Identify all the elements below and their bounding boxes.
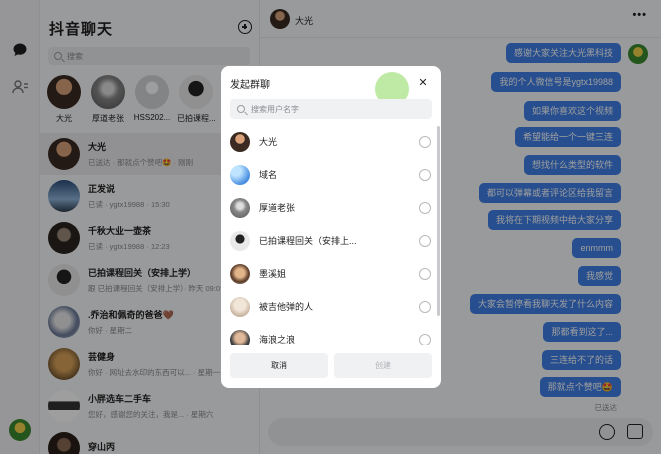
contact-row[interactable]: 厚道老张 bbox=[221, 191, 435, 224]
contact-row[interactable]: 被吉他弹的人 bbox=[221, 290, 435, 323]
contact-row[interactable]: 墨溪姐 bbox=[221, 257, 435, 290]
select-radio[interactable] bbox=[419, 234, 431, 247]
contact-list-scrollbar[interactable] bbox=[437, 126, 440, 316]
avatar bbox=[230, 296, 250, 317]
close-icon[interactable]: ✕ bbox=[414, 73, 432, 91]
create-button[interactable]: 创建 bbox=[334, 353, 432, 378]
select-radio[interactable] bbox=[419, 201, 431, 214]
contact-row-name: 大光 bbox=[259, 137, 278, 147]
avatar bbox=[230, 230, 250, 251]
user-search-placeholder: 搜索用户名字 bbox=[251, 104, 299, 114]
avatar bbox=[230, 197, 250, 218]
select-radio[interactable] bbox=[419, 300, 431, 313]
contact-row[interactable]: 域名 bbox=[221, 158, 435, 191]
avatar bbox=[230, 164, 250, 185]
dialog-title: 发起群聊 bbox=[230, 80, 270, 91]
cancel-button[interactable]: 取消 bbox=[230, 353, 328, 378]
select-radio[interactable] bbox=[419, 168, 431, 181]
contact-row-name: 已拍课程回关（安排上... bbox=[259, 236, 357, 246]
select-radio[interactable] bbox=[419, 267, 431, 280]
contact-row[interactable]: 海浪之浪 bbox=[221, 323, 435, 345]
contact-row[interactable]: 已拍课程回关（安排上... bbox=[221, 224, 435, 257]
contact-list: 大光 域名 厚道老张 已拍课程回关（安排上... 墨溪姐 被吉他弹的人 海浪之浪 bbox=[221, 125, 435, 345]
contact-row-name: 被吉他弹的人 bbox=[259, 302, 314, 312]
contact-row-name: 墨溪姐 bbox=[259, 269, 287, 279]
contact-row-name: 厚道老张 bbox=[259, 203, 296, 213]
select-radio[interactable] bbox=[419, 135, 431, 148]
avatar bbox=[230, 329, 250, 345]
avatar bbox=[230, 131, 250, 152]
select-radio[interactable] bbox=[419, 333, 431, 345]
create-group-dialog: 发起群聊 ✕ 搜索用户名字 大光 域名 厚道老张 已拍课程回关（安排上... 墨… bbox=[221, 66, 441, 388]
contact-row-name: 域名 bbox=[259, 170, 278, 180]
contact-row-name: 海浪之浪 bbox=[259, 335, 296, 345]
search-icon bbox=[237, 105, 245, 113]
contact-row[interactable]: 大光 bbox=[221, 125, 435, 158]
avatar bbox=[230, 263, 250, 284]
user-search-input[interactable]: 搜索用户名字 bbox=[230, 99, 432, 119]
